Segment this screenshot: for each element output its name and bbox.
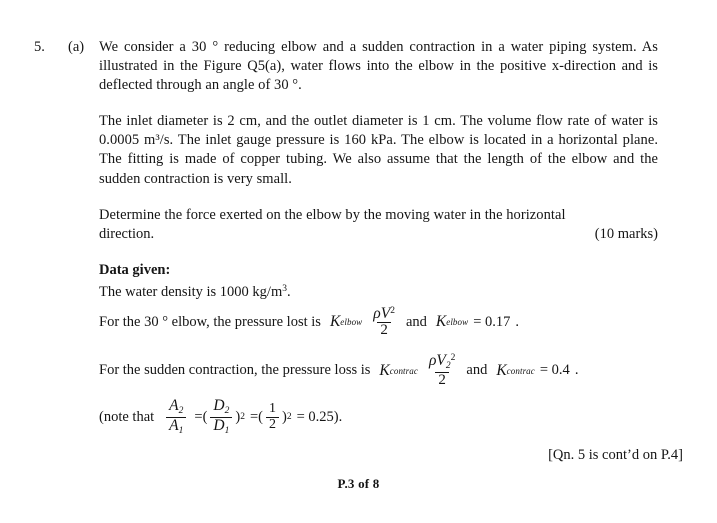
note-power-2: 2 [286, 412, 292, 423]
data-given-heading: Data given: [99, 262, 171, 278]
contraction-k-subscript: contrac [389, 365, 418, 376]
diameter-2-subscript: 2 [224, 406, 230, 417]
paragraph-2: The inlet diameter is 2 cm, and the outl… [99, 113, 658, 187]
elbow-formula-lead: For the 30 ° elbow, the pressure lost is [99, 313, 321, 330]
half-numerator: 1 [269, 401, 276, 417]
question-part-label: (a) [68, 39, 85, 55]
contraction-k-value: = 0.4 [539, 362, 570, 378]
determine-marks-row: direction. (10 marks) [99, 225, 658, 244]
water-density-period: . [286, 283, 291, 300]
elbow-k-symbol: K [329, 313, 341, 331]
paragraph-1-container: We consider a 30 ° reducing elbow and a … [99, 38, 658, 96]
area-ratio-numerator: A2 [166, 398, 186, 417]
elbow-k-value: = 0.17 [473, 313, 511, 330]
contraction-fraction-numerator: ρV22 [426, 353, 458, 372]
elbow-fraction-denominator: 2 [377, 322, 391, 338]
area-ratio-note: (note that A2 A1 = ( D2 D1 ) 2 = ( 1 2 ) 2… [99, 398, 342, 436]
note-paren-open-2: ( [258, 408, 263, 425]
velocity-exponent: 2 [450, 353, 456, 364]
area-symbol-2: A [169, 397, 179, 414]
determine-line-2: direction. [99, 226, 155, 242]
diameter-ratio-denominator: D1 [210, 416, 233, 437]
contraction-pressure-loss-formula: For the sudden contraction, the pressure… [99, 353, 578, 388]
contraction-k-subscript-2: contrac [506, 365, 535, 376]
contraction-period: . [574, 362, 579, 378]
note-power-1: 2 [240, 412, 245, 423]
diameter-ratio-fraction: D2 D1 [210, 398, 233, 437]
elbow-k-subscript-2: elbow [446, 317, 469, 328]
water-density-text: The water density is 1000 kg/m [99, 283, 283, 300]
contraction-dynamic-pressure-fraction: ρV22 2 [426, 353, 458, 388]
elbow-fraction-numerator: ρV2 [370, 306, 398, 322]
determine-line-1: Determine the force exerted on the elbow… [99, 207, 566, 223]
diameter-symbol-2: D [213, 397, 225, 414]
contraction-k-symbol: K [379, 361, 390, 379]
note-paren-open-1: ( [202, 408, 208, 425]
paragraph-2-container: The inlet diameter is 2 cm, and the outl… [99, 112, 658, 189]
area-ratio-fraction: A2 A1 [166, 398, 187, 437]
area-2-subscript: 2 [178, 406, 184, 417]
paragraph-3-container: Determine the force exerted on the elbow… [99, 206, 658, 225]
contraction-k-symbol-2: K [496, 361, 507, 379]
paragraph-1: We consider a 30 ° reducing elbow and a … [99, 39, 658, 94]
question-number: 5. [34, 39, 45, 55]
elbow-k-subscript: elbow [340, 317, 363, 328]
area-1-subscript: 1 [178, 425, 184, 436]
elbow-conjunction: and [405, 313, 427, 330]
document-page: 5. (a) We consider a 30 ° reducing elbow… [0, 0, 717, 523]
diameter-symbol-1: D [213, 416, 225, 434]
half-denominator: 2 [266, 416, 279, 432]
contraction-fraction-denominator: 2 [435, 371, 449, 388]
elbow-period: . [515, 313, 520, 330]
note-equals-2: = [249, 408, 259, 425]
diameter-1-subscript: 1 [224, 425, 230, 436]
elbow-dynamic-pressure-fraction: ρV2 2 [370, 306, 398, 339]
marks-allocation: (10 marks) [594, 226, 658, 242]
contraction-conjunction: and [466, 362, 488, 378]
diameter-ratio-numerator: D2 [210, 398, 232, 417]
elbow-k-symbol-2: K [435, 313, 447, 331]
area-ratio-denominator: A1 [166, 416, 187, 437]
elbow-pressure-loss-formula: For the 30 ° elbow, the pressure lost is… [99, 306, 519, 339]
note-lead: (note that [99, 408, 155, 425]
half-fraction: 1 2 [266, 402, 279, 432]
note-equals-1: = [194, 408, 203, 425]
water-density-line: The water density is 1000 kg/m3. [99, 280, 291, 302]
contraction-formula-lead: For the sudden contraction, the pressure… [99, 362, 371, 378]
area-symbol-1: A [169, 416, 179, 434]
velocity-symbol: V [436, 352, 446, 369]
continued-note: [Qn. 5 is cont’d on P.4] [548, 447, 683, 463]
velocity-symbol: V [380, 305, 391, 322]
rho-symbol: ρ [373, 305, 381, 322]
page-footer: P.3 of 8 [337, 476, 380, 491]
velocity-exponent: 2 [390, 306, 395, 317]
note-tail: ). [333, 408, 343, 425]
note-result: = 0.25 [296, 408, 334, 425]
